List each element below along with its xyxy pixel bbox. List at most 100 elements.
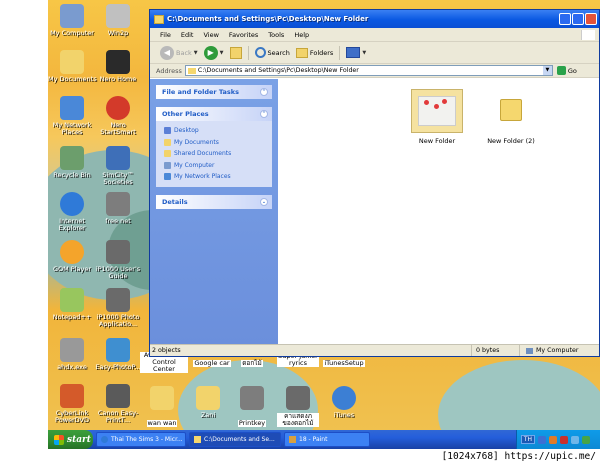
search-button[interactable]: Search — [254, 47, 290, 58]
address-dropdown-button[interactable]: ▼ — [542, 66, 552, 75]
place-my-computer[interactable]: My Computer — [164, 160, 264, 172]
menu-edit[interactable]: Edit — [181, 31, 194, 39]
taskbar-item-explorer[interactable]: C:\Documents and Se... — [189, 432, 281, 447]
desktop-icon-wan-wan[interactable]: wan wan — [138, 386, 186, 429]
menu-tools[interactable]: Tools — [268, 31, 284, 39]
back-button[interactable]: ◀ Back ▼ — [160, 45, 198, 60]
maximize-button[interactable] — [572, 13, 584, 25]
folder-thumbnail-icon — [411, 89, 463, 133]
collapse-icon[interactable]: ⌃ — [260, 88, 268, 96]
file-folder-tasks-header[interactable]: File and Folder Tasks ⌃ — [156, 85, 272, 99]
desktop-icon-label: iTunesSetup — [323, 359, 365, 367]
desktop-icon-internet-explorer[interactable]: Internet Explorer — [48, 192, 96, 232]
other-places-list: Desktop My Documents Shared Documents My… — [156, 121, 272, 187]
place-network-places[interactable]: My Network Places — [164, 171, 264, 183]
desktop-icon-free-net[interactable]: free net — [94, 192, 142, 225]
chevron-down-icon[interactable]: ▼ — [194, 50, 198, 56]
place-my-documents[interactable]: My Documents — [164, 137, 264, 149]
desktop-icon-my-documents[interactable]: My Documents — [48, 50, 97, 83]
menu-view[interactable]: View — [203, 31, 218, 39]
taskbar-item-paint[interactable]: 18 - Paint — [284, 432, 370, 447]
content-area: File and Folder Tasks ⌃ Other Places ⌃ D… — [150, 79, 599, 345]
desktop-icon-my-computer[interactable]: My Computer — [48, 4, 96, 37]
close-button[interactable] — [585, 13, 597, 25]
address-value: C:\Documents and Settings\Pc\Desktop\New… — [197, 67, 359, 74]
minimize-button[interactable] — [559, 13, 571, 25]
file-list: New Folder New Folder (2) — [278, 79, 599, 345]
folder-item[interactable]: New Folder (2) — [476, 89, 546, 145]
task-pane: File and Folder Tasks ⌃ Other Places ⌃ D… — [150, 79, 278, 345]
folder-icon — [164, 138, 171, 146]
desktop-icon-ip1000-guide[interactable]: iP1000 User's Guide — [94, 240, 142, 280]
desktop-icon — [164, 127, 171, 135]
desktop-icon-printkey[interactable]: Printkey — [228, 386, 276, 429]
desktop-icon-network-places[interactable]: My Network Places — [48, 96, 96, 136]
go-button[interactable]: Go — [556, 66, 577, 75]
desktop-icon-itunes[interactable]: iTunes — [320, 386, 368, 419]
desktop-icon-label: Internet Explorer — [58, 217, 86, 232]
place-label: My Network Places — [174, 173, 231, 181]
desktop-icon-gom-player[interactable]: GOM Player — [48, 240, 96, 273]
other-places-header[interactable]: Other Places ⌃ — [156, 107, 272, 121]
forward-arrow-icon: ▶ — [203, 45, 218, 60]
volume-icon[interactable] — [549, 435, 557, 444]
desktop-icon-notepadpp[interactable]: Notepad++ — [48, 288, 96, 321]
collapse-icon[interactable]: ⌃ — [260, 110, 268, 118]
views-icon — [346, 47, 361, 58]
desktop-icon-label: free net — [105, 217, 131, 225]
computer-icon — [164, 161, 171, 169]
folder-icon — [500, 99, 522, 121]
chevron-down-icon[interactable]: ▼ — [362, 50, 366, 56]
desktop-icon-flower-meaning[interactable]: คาแสดงภ ของดอกไม้ — [274, 386, 322, 429]
up-folder-button[interactable] — [229, 46, 242, 59]
desktop-icon-zani[interactable]: Zani — [184, 386, 232, 419]
language-indicator[interactable]: TH — [520, 435, 535, 444]
folder-item[interactable]: New Folder — [402, 89, 472, 145]
free-net-icon — [106, 192, 130, 216]
taskbar-item-label: Thai The Sims 3 - Micr... — [111, 436, 183, 443]
address-field[interactable]: C:\Documents and Settings\Pc\Desktop\New… — [184, 65, 553, 76]
title-bar[interactable]: C:\Documents and Settings\Pc\Desktop\New… — [150, 10, 599, 28]
desktop-icon-label: Nero Home — [99, 75, 137, 83]
place-shared-documents[interactable]: Shared Documents — [164, 148, 264, 160]
desktop-icon-ahdx[interactable]: ahdx.exe — [48, 338, 96, 371]
system-tray: TH — [515, 430, 600, 449]
desktop-icon-label: Printkey — [237, 419, 267, 427]
place-label: Desktop — [174, 127, 199, 135]
search-label: Search — [267, 48, 290, 57]
start-button[interactable]: start — [48, 430, 93, 449]
menu-help[interactable]: Help — [294, 31, 309, 39]
antivirus-icon[interactable] — [560, 435, 568, 444]
network-icon — [164, 173, 171, 181]
desktop-icon-label: My Computer — [50, 29, 94, 37]
network-icon[interactable] — [571, 435, 579, 444]
folders-button[interactable]: Folders — [295, 47, 333, 58]
status-size: 0 bytes — [472, 345, 520, 356]
place-desktop[interactable]: Desktop — [164, 125, 264, 137]
forward-button[interactable]: ▶ ▼ — [203, 45, 224, 60]
back-arrow-icon: ◀ — [160, 45, 174, 60]
menu-favorites[interactable]: Favorites — [229, 31, 258, 39]
desktop-icon-powerdvd[interactable]: CyberLink PowerDVD — [48, 384, 96, 424]
desktop-icon-easy-photo[interactable]: Easy-PhotoP... — [94, 338, 142, 371]
desktop-icon-canon-easyprint[interactable]: Canon Easy-PrintT... — [94, 384, 142, 424]
desktop-icon-label: Recycle Bin — [53, 171, 91, 179]
desktop-icon-recycle-bin[interactable]: Recycle Bin — [48, 146, 96, 179]
status-location: My Computer — [520, 347, 578, 354]
desktop-icon-nero-home[interactable]: Nero Home — [94, 50, 142, 83]
desktop-icon-simcity[interactable]: SimCity™ Societies — [94, 146, 142, 186]
desktop-icon-nero-startsmart[interactable]: Nero StartSmart — [94, 96, 142, 136]
desktop-icon-ip1000-photo[interactable]: iP1000 Photo Applicatio... — [94, 288, 142, 328]
messenger-icon[interactable] — [582, 435, 590, 444]
desktop-icon-label: ดอกไม้ — [241, 359, 263, 367]
explorer-window[interactable]: C:\Documents and Settings\Pc\Desktop\New… — [149, 9, 600, 357]
views-button[interactable]: ▼ — [346, 47, 366, 58]
chevron-down-icon[interactable]: ▼ — [220, 50, 224, 56]
expand-icon[interactable]: ⌄ — [260, 197, 268, 206]
window-title: C:\Documents and Settings\Pc\Desktop\New… — [167, 15, 369, 23]
menu-file[interactable]: File — [160, 31, 171, 39]
desktop-icon-win2p[interactable]: Win2p — [94, 4, 142, 37]
taskbar-item-ie[interactable]: Thai The Sims 3 - Micr... — [96, 432, 186, 447]
help-icon[interactable] — [538, 435, 546, 444]
details-header[interactable]: Details ⌄ — [156, 194, 272, 209]
